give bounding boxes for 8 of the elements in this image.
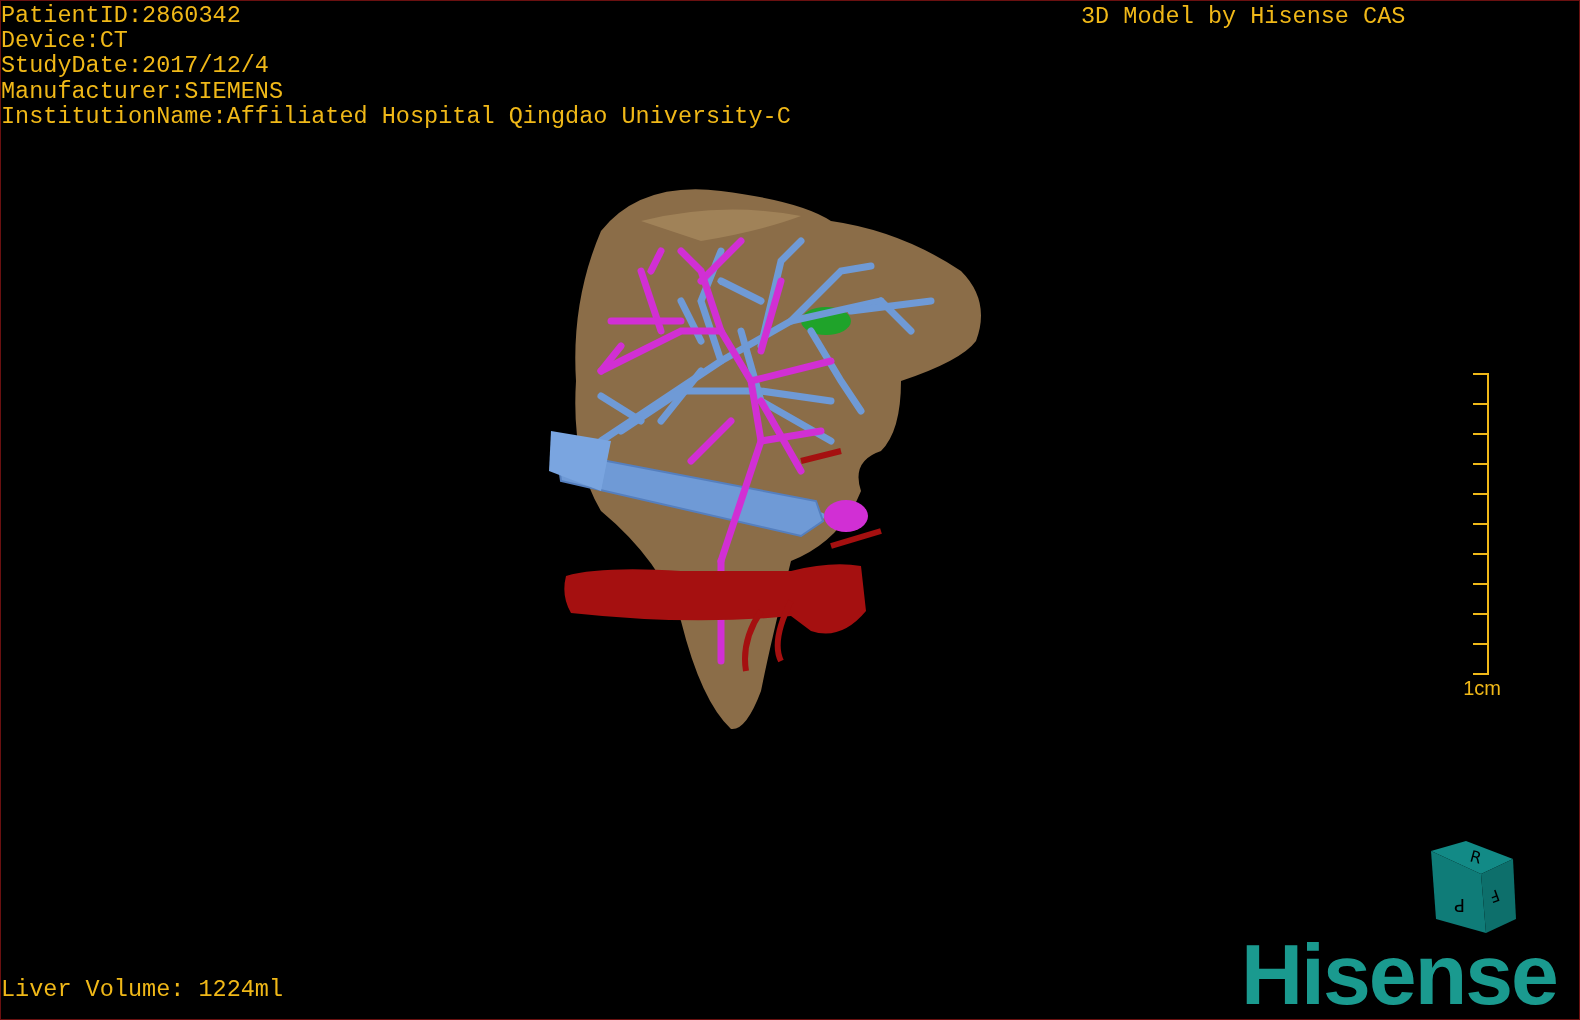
patient-info-text: PatientID:2860342 — [1, 3, 242, 29]
patient-info-text: StudyDate:2017/12/4 — [1, 53, 270, 79]
scale-label: 1cm — [1463, 677, 1501, 699]
liver-volume-text: Liver Volume: 1224ml — [1, 977, 284, 1003]
patient-info-text: Device:CT — [1, 28, 128, 54]
patient-info-text: InstitutionName:Affiliated Hospital Qingdao University-C — [1, 103, 791, 129]
patient-info-text: Manufacturer:SIEMENS — [1, 78, 285, 104]
model-caption: 3D Model by Hisense CAS — [1081, 4, 1406, 30]
